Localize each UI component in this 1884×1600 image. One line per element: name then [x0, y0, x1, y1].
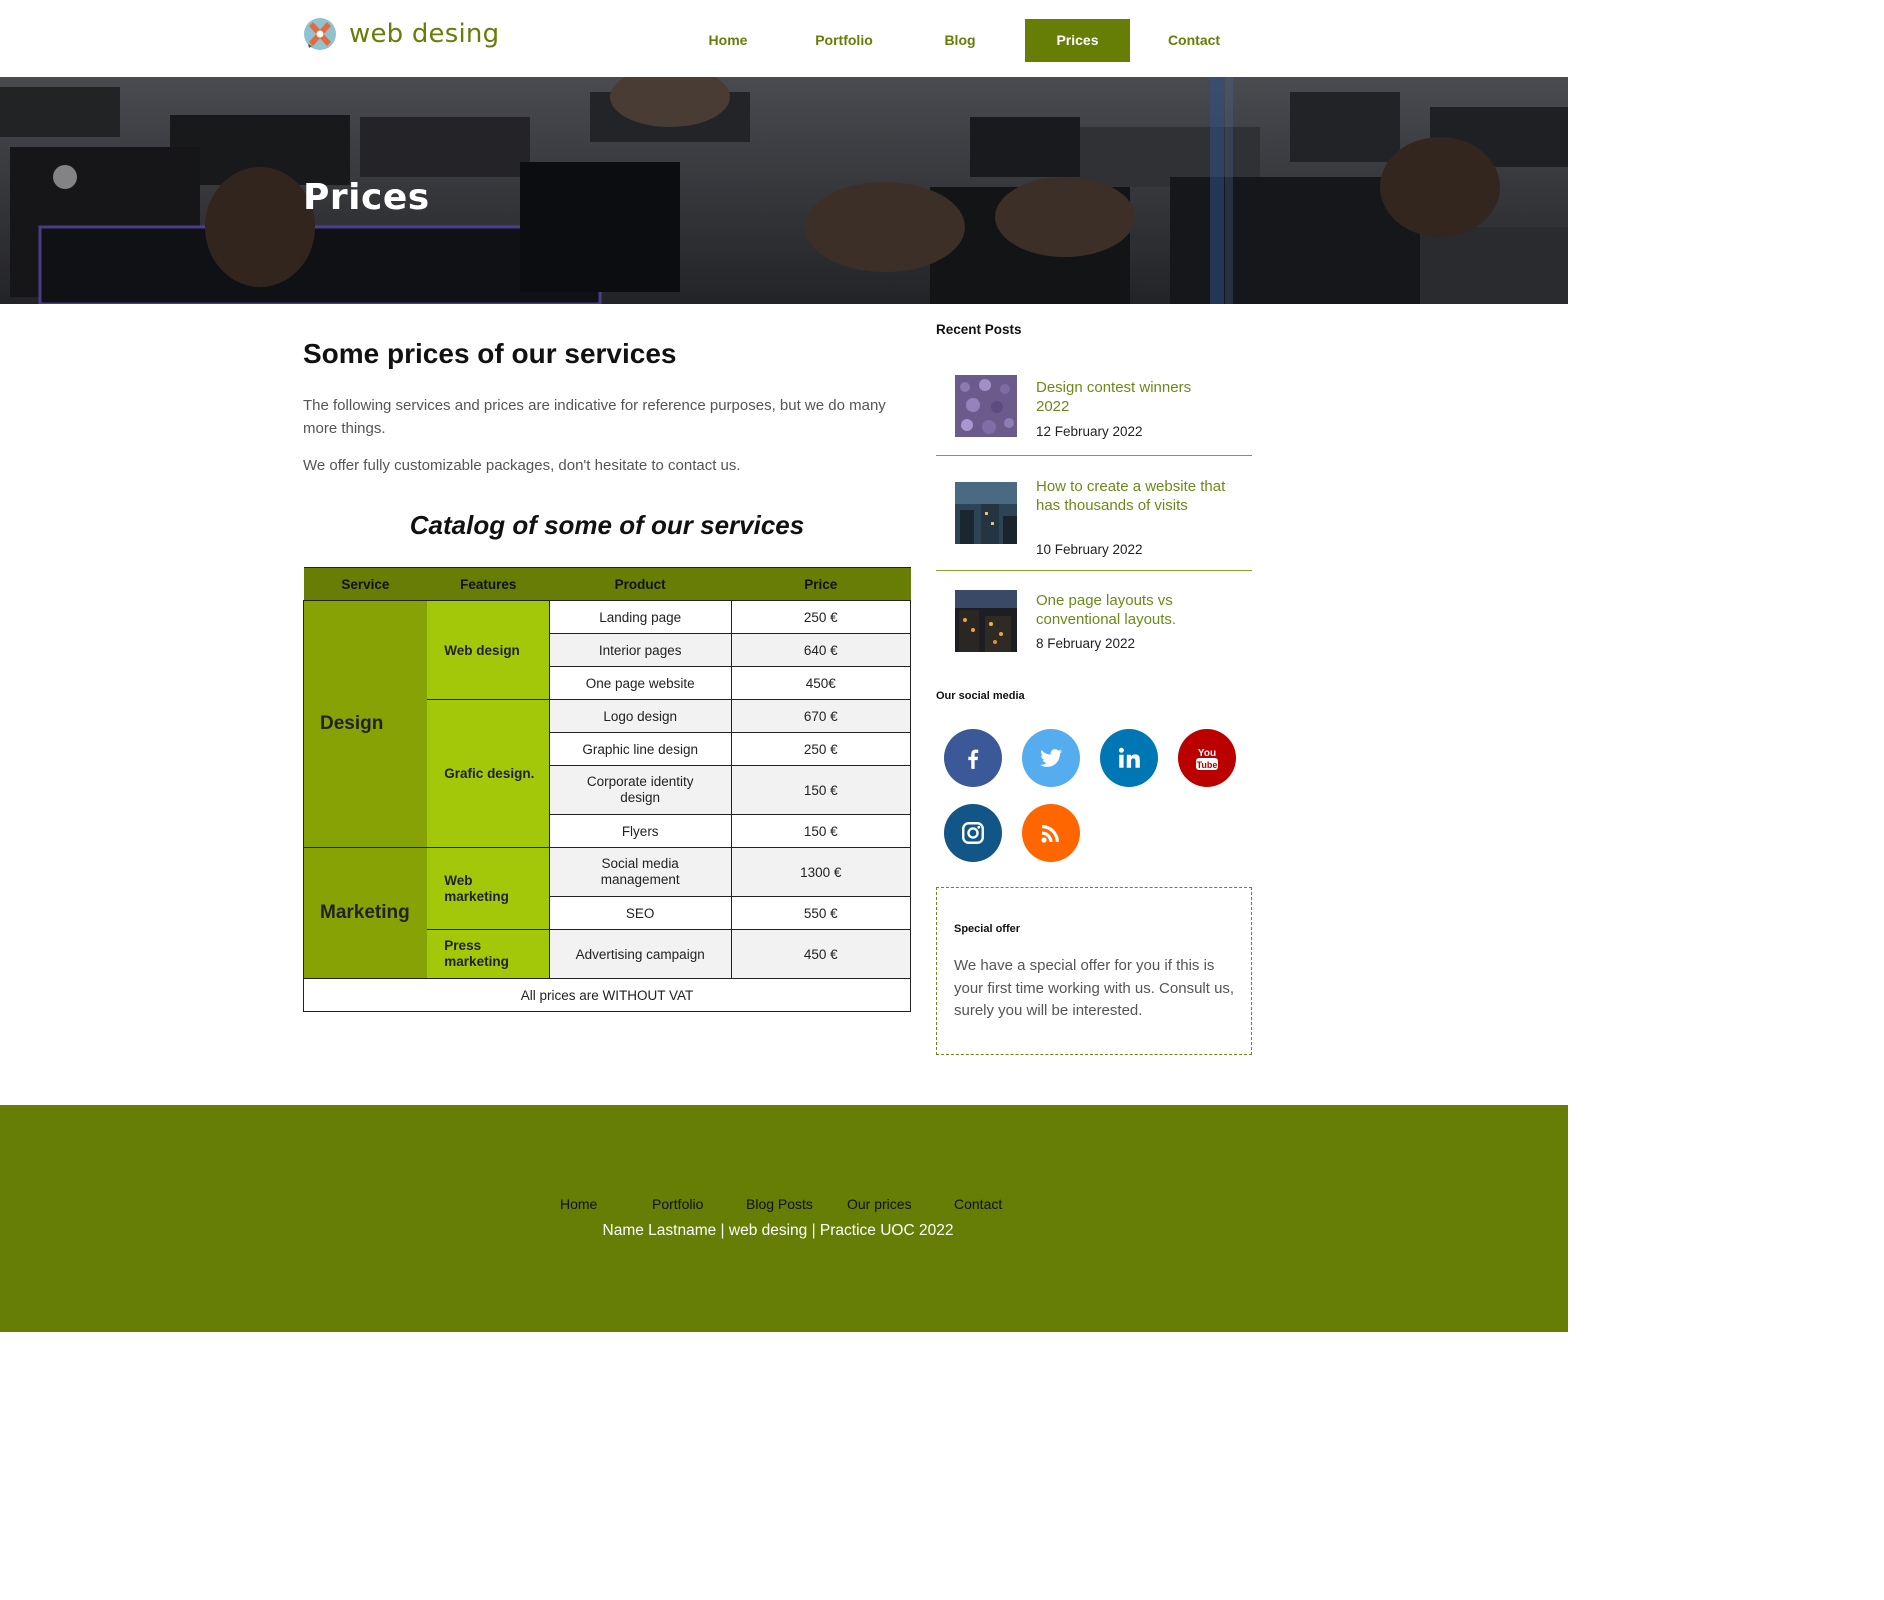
feature-cell: Web marketing — [427, 847, 550, 930]
feature-cell: Web design — [427, 600, 550, 700]
vat-note: All prices are WITHOUT VAT — [303, 978, 911, 1012]
recent-post: One page layouts vs conventional layouts… — [936, 571, 1252, 663]
intro-paragraph: The following services and prices are in… — [303, 397, 886, 437]
column-header: Features — [427, 567, 550, 601]
youtube-label: Tube — [1197, 760, 1218, 770]
nav-portfolio[interactable]: Portfolio — [792, 19, 896, 62]
post-title-link[interactable]: Design contest winners 2022 — [1036, 378, 1226, 416]
rss-icon[interactable] — [1022, 804, 1080, 862]
footer-credit: Name Lastname | web desing | Practice UO… — [602, 1222, 954, 1239]
footer-link-blog[interactable]: Blog Posts — [746, 1196, 813, 1212]
instagram-icon[interactable] — [944, 804, 1002, 862]
prices-table: Service Features Product Price Design We… — [303, 567, 912, 1012]
youtube-label: You — [1198, 748, 1216, 759]
post-date: 12 February 2022 — [1036, 424, 1143, 439]
recent-post: How to create a website that has thousan… — [936, 456, 1252, 571]
feature-cell: Press marketing — [427, 929, 550, 979]
post-thumbnail[interactable] — [955, 590, 1017, 652]
post-date: 8 February 2022 — [1036, 636, 1136, 651]
footer-link-contact[interactable]: Contact — [954, 1196, 1002, 1212]
site-header: web desing Home Portfolio Blog Prices Co… — [0, 0, 1568, 77]
offer-text: We have a special offer for you if this … — [954, 957, 1235, 1019]
site-logo[interactable]: web desing — [303, 17, 499, 51]
recent-post: Design contest winners 2022 12 February … — [936, 358, 1252, 456]
product-cell: Graphic line design — [548, 732, 732, 766]
twitter-icon[interactable] — [1022, 729, 1080, 787]
product-cell: Interior pages — [548, 633, 732, 667]
footer-link-prices[interactable]: Our prices — [847, 1196, 912, 1212]
catalog-title: Catalog of some of our services — [409, 510, 805, 540]
product-cell: One page website — [548, 666, 732, 700]
table-header-row: Service Features Product Price — [303, 567, 911, 601]
price-cell: 670 € — [730, 699, 912, 733]
table-footer-row: All prices are WITHOUT VAT — [303, 978, 911, 1012]
price-cell: 250 € — [730, 732, 912, 766]
nav-contact[interactable]: Contact — [1146, 19, 1242, 62]
feature-cell: Grafic design. — [427, 699, 550, 848]
service-cell: Marketing — [303, 847, 428, 979]
page-heading: Some prices of our services — [303, 338, 677, 369]
post-date: 10 February 2022 — [1036, 542, 1143, 557]
facebook-icon[interactable] — [944, 729, 1002, 787]
site-footer: Home Portfolio Blog Posts Our prices Con… — [0, 1105, 1568, 1332]
price-cell: 550 € — [730, 896, 912, 930]
column-header: Service — [303, 567, 428, 601]
youtube-icon[interactable]: You Tube — [1178, 729, 1236, 787]
special-offer-box: Special offer We have a special offer fo… — [936, 887, 1252, 1055]
product-cell: Flyers — [548, 814, 732, 848]
hero-banner: Prices — [0, 77, 1568, 304]
table-row: Design Web design Landing page 250 € — [303, 600, 912, 848]
offer-title: Special offer — [954, 923, 1021, 935]
product-cell: SEO — [548, 896, 732, 930]
footer-link-portfolio[interactable]: Portfolio — [652, 1196, 703, 1212]
nav-home[interactable]: Home — [680, 19, 776, 62]
hero-title: Prices — [303, 177, 430, 218]
logo-text: web desing — [349, 19, 500, 49]
price-cell: 150 € — [730, 765, 912, 815]
column-header: Price — [731, 567, 911, 601]
linkedin-icon[interactable] — [1100, 729, 1158, 787]
social-heading: Our social media — [936, 690, 1025, 702]
post-title-link[interactable]: One page layouts vs conventional layouts… — [1036, 591, 1226, 629]
price-cell: 450 € — [730, 929, 912, 979]
price-cell: 640 € — [730, 633, 912, 667]
recent-posts-heading: Recent Posts — [936, 322, 1022, 337]
price-cell: 450€ — [730, 666, 912, 700]
post-thumbnail[interactable] — [955, 375, 1017, 437]
price-cell: 250 € — [730, 600, 912, 634]
nav-blog[interactable]: Blog — [912, 19, 1008, 62]
column-header: Product — [549, 567, 732, 601]
product-cell: Advertising campaign — [548, 929, 732, 979]
product-cell: Social media management — [548, 847, 732, 897]
product-cell: Logo design — [548, 699, 732, 733]
price-cell: 1300 € — [730, 847, 912, 897]
product-cell: Landing page — [548, 600, 732, 634]
product-cell: Corporate identity design — [548, 765, 732, 815]
table-row: Marketing Web marketing Social media man… — [303, 847, 912, 979]
logo-icon — [304, 18, 336, 50]
intro-paragraph: We offer fully customizable packages, do… — [303, 457, 741, 474]
post-title-link[interactable]: How to create a website that has thousan… — [1036, 477, 1226, 515]
price-cell: 150 € — [730, 814, 912, 848]
nav-prices[interactable]: Prices — [1025, 19, 1130, 62]
hero-office-image — [0, 77, 1568, 304]
footer-link-home[interactable]: Home — [560, 1196, 597, 1212]
service-cell: Design — [303, 600, 428, 848]
post-thumbnail[interactable] — [955, 482, 1017, 544]
